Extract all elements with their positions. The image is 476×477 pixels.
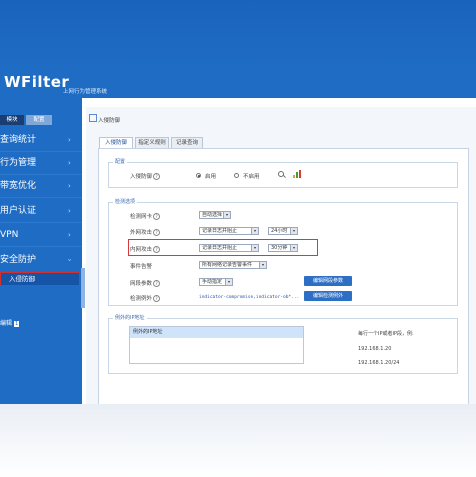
dropdown-arrow-icon: ▾ [290,228,297,234]
sidebar-item-label: 查询统计 [0,135,37,145]
detection-exception-label-text: 检测例外 [130,296,153,302]
sidebar-subitem-label: 入侵防御 [9,275,35,283]
detection-exception-label: 检测例外? [130,294,161,302]
external-block-duration-value: 24小时 [271,228,288,234]
enable-radio[interactable] [196,173,201,178]
chevron-right-icon: › [68,159,71,167]
sidebar-item-label: VPN [0,230,19,240]
sidebar-item-label: 带宽优化 [0,181,37,191]
nic-label: 检测网卡? [130,212,161,220]
nic-select[interactable]: 自动选择 ▾ [199,211,231,219]
bottom-background [0,404,476,477]
network-params-label-text: 网段参数 [130,281,153,287]
chevron-right-icon: › [68,207,71,215]
external-attack-label: 外网攻击? [130,228,161,236]
network-params-label: 网段参数? [130,279,161,287]
help-icon[interactable]: ? [153,280,161,287]
network-params-select[interactable]: 手动指定 ▾ [199,278,233,286]
chevron-right-icon: › [68,182,71,190]
disable-radio[interactable] [234,173,239,178]
help-icon[interactable]: ? [153,295,161,302]
sidebar-item-label: 用户认证 [0,206,37,216]
help-icon[interactable]: ? [153,229,161,236]
sidebar-item-behavior[interactable]: 行为管理 › [0,152,82,175]
sidebar-item-vpn[interactable]: VPN › [0,224,82,247]
dropdown-arrow-icon: ▾ [259,262,266,268]
help-icon[interactable]: ? [153,173,161,180]
edit-network-params-button[interactable]: 编辑网段参数 [304,276,352,286]
dropdown-arrow-icon: ▾ [223,212,230,218]
sidebar-tab-config[interactable]: 配置 [26,115,52,125]
app-header [0,0,476,98]
intrusion-label: 入侵防御? [130,172,161,180]
chevron-down-icon: › [65,258,74,262]
nic-label-text: 检测网卡 [130,214,153,220]
intrusion-label-text: 入侵防御 [130,174,153,180]
network-params-select-value: 手动指定 [202,279,223,285]
internal-attack-highlight-box [128,239,318,256]
sidebar-item-bandwidth[interactable]: 带宽优化 › [0,175,82,198]
event-alert-select-value: 所有网络记录告警事件 [202,262,253,268]
home-icon [89,114,97,122]
app-logo: WFilter [4,73,70,91]
sidebar-tabs: 模块 配置 [0,115,82,125]
breadcrumb: 入侵防御 [98,118,121,124]
dropdown-arrow-icon: ▾ [225,279,232,285]
event-alert-select[interactable]: 所有网络记录告警事件 ▾ [199,261,267,269]
sidebar-bottom[interactable]: 编辑 1 [0,318,20,327]
enable-radio-label: 启用 [205,174,217,180]
event-alert-label: 事件告警 [130,264,153,270]
sidebar-splitter[interactable] [81,268,85,308]
sidebar-item-auth[interactable]: 用户认证 › [0,200,82,223]
config-legend: 配置 [113,158,128,165]
chevron-right-icon: › [68,136,71,144]
nic-select-value: 自动选择 [202,212,223,218]
sidebar-bottom-label: 编辑 [0,320,13,327]
external-attack-label-text: 外网攻击 [130,230,153,236]
sidebar-item-label: 安全防护 [0,255,37,265]
tab-intrusion[interactable]: 入侵防御 [99,137,133,148]
search-icon[interactable] [278,171,284,177]
app-subtitle: 上网行为管理系统 [63,89,108,95]
exception-hint-example: 192.168.1.20/24 [358,360,400,366]
chevron-right-icon: › [68,231,71,239]
edit-detection-exception-button[interactable]: 编辑检测例外 [304,291,352,301]
sidebar-item-label: 行为管理 [0,158,37,168]
help-icon[interactable]: ? [153,213,161,220]
tab-custom-rules[interactable]: 指定义规则 [135,137,169,148]
exception-hint-example: 192.168.1.20 [358,346,392,352]
exception-ip-list[interactable]: 例外的IP地址 [129,326,304,364]
sidebar-tab-modules[interactable]: 模块 [0,115,24,125]
external-attack-select[interactable]: 记录日志并阻止 ▾ [199,227,259,235]
exception-ip-list-header: 例外的IP地址 [130,327,303,338]
tab-log-query[interactable]: 记录查询 [171,137,203,148]
exceptions-legend: 例外的IP地址 [113,314,147,321]
sidebar-subitem-intrusion[interactable]: 入侵防御 [0,272,80,286]
exception-hint-title: 每行一个IP或者IP段，例: [358,331,414,337]
chart-icon[interactable] [293,170,301,178]
sidebar-item-security[interactable]: 安全防护 › [0,249,82,271]
detection-legend: 检测选项 [113,198,138,205]
external-block-duration-select[interactable]: 24小时 ▾ [268,227,298,235]
disable-radio-label: 不启用 [243,174,260,180]
external-attack-select-value: 记录日志并阻止 [202,228,238,234]
dropdown-arrow-icon: ▾ [251,228,258,234]
sidebar-item-query-stats[interactable]: 查询统计 › [0,129,82,152]
sidebar-bottom-badge: 1 [14,321,20,327]
detection-exception-value: indicator-compromise,indicator-ob*... [199,295,300,300]
